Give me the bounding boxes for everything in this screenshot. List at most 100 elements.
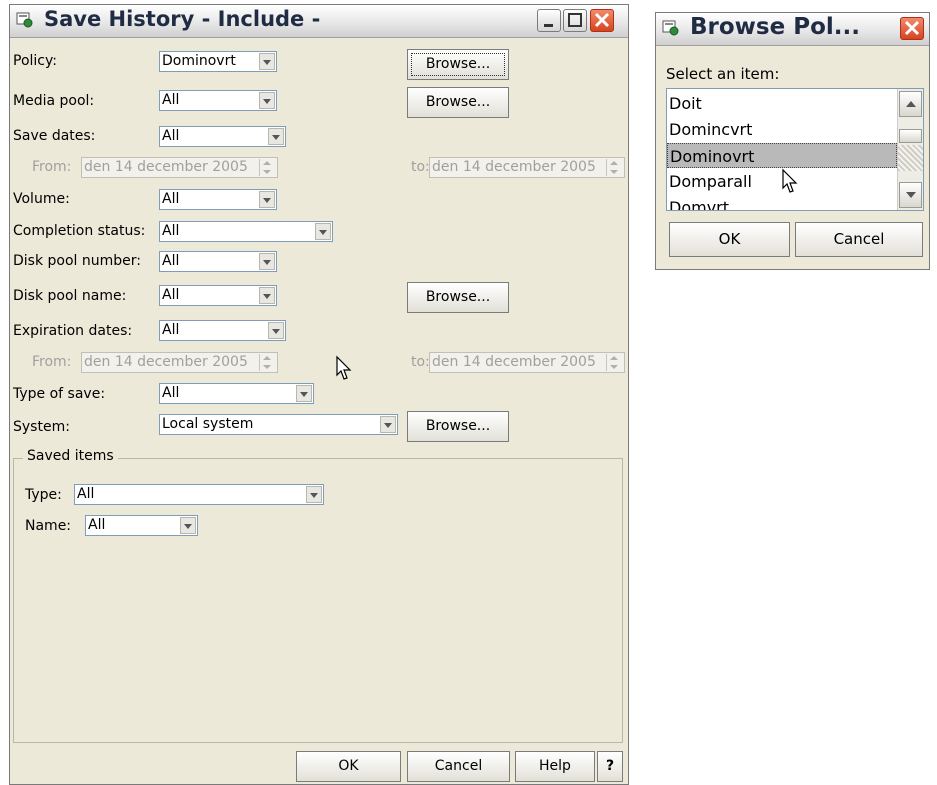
completion-status-value: All — [162, 223, 180, 239]
chevron-down-icon[interactable] — [268, 128, 284, 145]
close-icon — [904, 20, 920, 36]
save-to-label: to: — [411, 159, 430, 175]
ok-button[interactable]: OK — [296, 751, 401, 782]
chevron-down-icon[interactable] — [259, 287, 275, 304]
select-prompt: Select an item: — [666, 65, 780, 83]
expiration-dates-combo[interactable]: All — [159, 320, 286, 341]
spinner-arrows-icon — [606, 354, 623, 371]
scroll-track[interactable] — [898, 145, 923, 171]
save-to-value: den 14 december 2005 — [432, 159, 596, 175]
saved-items-title: Saved items — [23, 448, 118, 464]
maximize-button[interactable] — [563, 9, 587, 32]
saved-name-value: All — [88, 517, 106, 533]
expiration-to-value: den 14 december 2005 — [432, 354, 596, 370]
chevron-down-icon[interactable] — [380, 416, 396, 433]
saved-type-combo[interactable]: All — [74, 484, 324, 505]
mouse-cursor-icon — [782, 168, 798, 193]
save-from-label: From: — [32, 159, 72, 175]
volume-label: Volume: — [13, 191, 70, 207]
system-label: System: — [13, 419, 70, 435]
disk-pool-number-label: Disk pool number: — [13, 253, 141, 269]
save-history-window: Save History - Include - Policy: Dominov… — [9, 4, 629, 785]
saved-name-label: Name: — [25, 518, 72, 534]
save-dates-value: All — [162, 128, 180, 144]
type-of-save-combo[interactable]: All — [159, 383, 314, 404]
disk-pool-name-label: Disk pool name: — [13, 288, 127, 304]
close-button[interactable] — [590, 9, 614, 32]
system-value: Local system — [162, 416, 254, 432]
spinner-arrows-icon — [259, 354, 276, 371]
disk-pool-name-browse-button[interactable]: Browse... — [407, 282, 509, 313]
type-of-save-value: All — [162, 385, 180, 401]
chevron-down-icon[interactable] — [306, 486, 322, 503]
expiration-to-label: to: — [411, 354, 430, 370]
list-scrollbar[interactable] — [897, 89, 923, 210]
completion-status-label: Completion status: — [13, 223, 146, 239]
scroll-thumb[interactable] — [899, 129, 922, 143]
media-pool-label: Media pool: — [13, 93, 95, 109]
chevron-down-icon[interactable] — [180, 517, 196, 534]
expiration-from-spinner: den 14 december 2005 — [81, 352, 278, 373]
chevron-down-icon[interactable] — [296, 385, 312, 402]
disk-pool-number-combo[interactable]: All — [159, 251, 277, 272]
list-item[interactable]: Domvrt — [667, 195, 897, 210]
expiration-dates-value: All — [162, 322, 180, 338]
expiration-from-value: den 14 december 2005 — [84, 354, 248, 370]
policy-combo[interactable]: Dominovrt — [159, 51, 277, 72]
list-item-selected[interactable]: Dominovrt — [667, 143, 897, 168]
expiration-dates-label: Expiration dates: — [13, 323, 133, 339]
close-icon — [594, 12, 610, 28]
saved-type-label: Type: — [25, 487, 62, 503]
chevron-down-icon[interactable] — [315, 223, 331, 240]
volume-combo[interactable]: All — [159, 189, 277, 210]
spinner-arrows-icon — [606, 159, 623, 176]
list-item[interactable]: Domincvrt — [667, 117, 897, 142]
policy-label: Policy: — [13, 53, 57, 69]
maximize-icon — [568, 13, 582, 27]
save-to-spinner: den 14 december 2005 — [429, 157, 625, 178]
spinner-arrows-icon — [259, 159, 276, 176]
cancel-button[interactable]: Cancel — [407, 751, 510, 782]
title-bar[interactable]: Save History - Include - — [10, 5, 628, 38]
disk-pool-name-combo[interactable]: All — [159, 285, 277, 306]
app-icon — [662, 20, 679, 36]
expiration-from-label: From: — [32, 354, 72, 370]
type-of-save-label: Type of save: — [13, 386, 106, 402]
dialog-title: Browse Pol... — [690, 14, 860, 40]
scroll-up-icon[interactable] — [899, 91, 922, 117]
browse-policy-dialog: Browse Pol... Select an item: Doit Domin… — [655, 12, 930, 270]
mouse-cursor-icon — [336, 355, 352, 380]
disk-pool-number-value: All — [162, 253, 180, 269]
saved-name-combo[interactable]: All — [85, 515, 198, 536]
minimize-icon — [544, 24, 553, 27]
dialog-cancel-button[interactable]: Cancel — [795, 222, 923, 257]
system-combo[interactable]: Local system — [159, 414, 398, 435]
media-pool-browse-button[interactable]: Browse... — [407, 87, 509, 118]
chevron-down-icon[interactable] — [268, 322, 284, 339]
dialog-close-button[interactable] — [900, 17, 924, 40]
volume-value: All — [162, 191, 180, 207]
chevron-down-icon[interactable] — [259, 191, 275, 208]
minimize-button[interactable] — [537, 9, 561, 32]
dialog-ok-button[interactable]: OK — [669, 222, 790, 257]
policy-browse-button[interactable]: Browse... — [407, 49, 509, 80]
media-pool-combo[interactable]: All — [159, 90, 277, 111]
save-from-spinner: den 14 december 2005 — [81, 157, 278, 178]
dialog-title-bar[interactable]: Browse Pol... — [656, 13, 929, 46]
chevron-down-icon[interactable] — [259, 92, 275, 109]
system-browse-button[interactable]: Browse... — [407, 411, 509, 442]
completion-status-combo[interactable]: All — [159, 221, 333, 242]
policy-value: Dominovrt — [162, 53, 236, 69]
save-from-value: den 14 december 2005 — [84, 159, 248, 175]
save-dates-combo[interactable]: All — [159, 126, 286, 147]
scroll-down-icon[interactable] — [899, 182, 922, 208]
save-dates-label: Save dates: — [13, 128, 96, 144]
help-button[interactable]: Help — [515, 751, 595, 782]
whats-this-button[interactable]: ? — [597, 751, 623, 782]
media-pool-value: All — [162, 92, 180, 108]
list-item[interactable]: Doit — [667, 91, 897, 116]
app-icon — [16, 12, 33, 28]
window-title: Save History - Include - — [44, 7, 321, 31]
chevron-down-icon[interactable] — [259, 253, 275, 270]
chevron-down-icon[interactable] — [259, 53, 275, 70]
